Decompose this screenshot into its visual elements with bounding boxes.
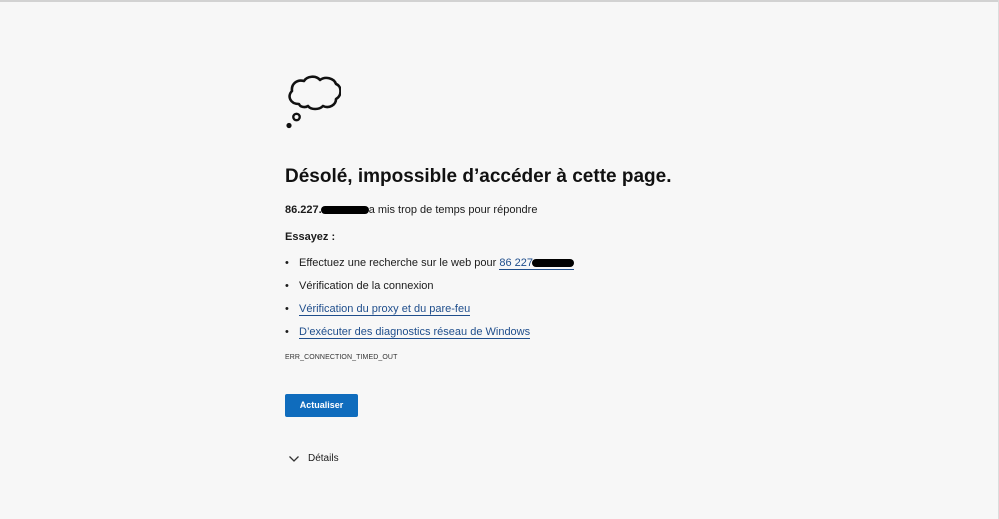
suggestion-check-connection: Vérification de la connexion xyxy=(299,280,434,292)
refresh-button[interactable]: Actualiser xyxy=(285,394,358,417)
windows-network-diagnostics-link[interactable]: D’exécuter des diagnostics réseau de Win… xyxy=(299,326,531,339)
error-code: ERR_CONNECTION_TIMED_OUT xyxy=(285,354,398,361)
error-message: 86.227. a mis trop de temps pour répondre xyxy=(285,203,845,217)
list-item: • Vérification de la connexion xyxy=(285,279,845,293)
suggestions-list: • Effectuez une recherche sur le web pou… xyxy=(285,256,845,339)
thought-cloud-icon xyxy=(286,75,341,129)
search-web-link[interactable]: 86 227 xyxy=(499,257,575,270)
message-suffix: a mis trop de temps pour répondre xyxy=(368,204,538,216)
details-label: Détails xyxy=(308,453,339,464)
suggestion-search-text: Effectuez une recherche sur le web pour xyxy=(299,257,500,269)
chevron-down-icon xyxy=(289,456,299,462)
list-item: • Vérification du proxy et du pare-feu xyxy=(285,302,845,316)
list-item: • D’exécuter des diagnostics réseau de W… xyxy=(285,325,845,339)
redacted-host-mark xyxy=(532,259,575,268)
bullet: • xyxy=(285,280,289,292)
bullet: • xyxy=(285,303,289,315)
redacted-host-mark xyxy=(320,206,369,215)
bullet: • xyxy=(285,257,289,269)
search-web-link-text: 86 227 xyxy=(499,257,534,269)
details-toggle[interactable]: Détails xyxy=(285,452,845,466)
host-address: 86.227. xyxy=(285,204,322,216)
try-heading: Essayez : xyxy=(285,231,336,243)
bullet: • xyxy=(285,326,289,338)
page-title: Désolé, impossible d’accéder à cette pag… xyxy=(285,166,672,187)
error-content: Désolé, impossible d’accéder à cette pag… xyxy=(285,74,845,466)
list-item: • Effectuez une recherche sur le web pou… xyxy=(285,256,845,270)
window-top-border xyxy=(0,0,999,2)
proxy-firewall-link[interactable]: Vérification du proxy et du pare-feu xyxy=(299,303,471,316)
